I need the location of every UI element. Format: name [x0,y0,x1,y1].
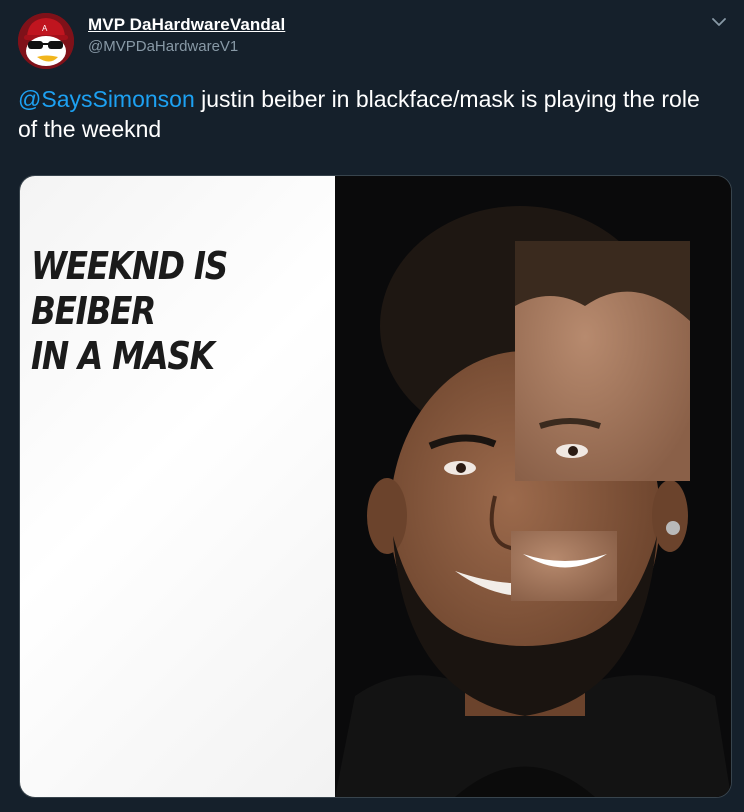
tweet-media[interactable]: WEEKND IS BEIBER IN A MASK [19,175,732,798]
meme-text-panel: WEEKND IS BEIBER IN A MASK [20,176,335,797]
tweet-text: @SaysSimonson justin beiber in blackface… [18,84,718,144]
portrait-photo [335,176,731,797]
penguin-avatar-icon: A [18,13,74,69]
avatar[interactable]: A [18,13,74,69]
portrait-image [335,206,731,797]
user-handle[interactable]: @MVPDaHardwareV1 [88,37,285,57]
mention-link[interactable]: @SaysSimonson [18,86,195,112]
tweet-options-caret[interactable] [709,12,729,32]
chevron-down-icon [712,17,726,26]
author-block: MVP DaHardwareVandal @MVPDaHardwareV1 [88,14,285,57]
svg-text:A: A [42,24,48,33]
display-name[interactable]: MVP DaHardwareVandal [88,14,285,36]
meme-caption: WEEKND IS BEIBER IN A MASK [31,244,228,378]
tweet: A MVP DaHardwareVandal @MVPDaHardwareV1 … [0,0,744,812]
